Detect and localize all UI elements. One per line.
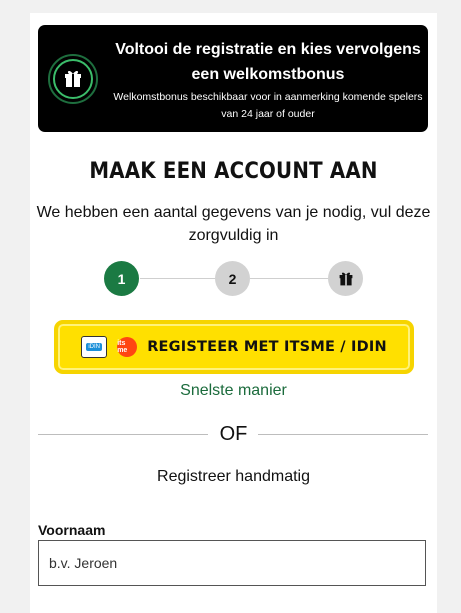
register-manually-label: Registreer handmatig <box>157 468 310 485</box>
welcome-bonus-banner: Voltooi de registratie en kies vervolgen… <box>38 25 428 132</box>
itsme-button-label: REGISTEER MET ITSME / IDIN <box>147 339 387 355</box>
first-name-label: Voornaam <box>38 522 106 538</box>
page-title: MAAK EEN ACCOUNT AAN <box>89 159 378 184</box>
gift-badge <box>48 54 98 104</box>
banner-subtitle: Welkomstbonus beschikbaar voor in aanmer… <box>113 91 423 120</box>
step-1: 1 <box>104 261 139 296</box>
gift-icon <box>339 272 352 285</box>
registration-card: Voltooi de registratie en kies vervolgen… <box>30 13 437 613</box>
registration-stepper: 1 2 <box>30 261 437 297</box>
register-itsme-idin-button[interactable]: iDIN its me REGISTEER MET ITSME / IDIN <box>54 320 414 374</box>
page-subtitle: We hebben een aantal gegevens van je nod… <box>36 204 431 244</box>
idin-logo-icon: iDIN <box>81 336 108 358</box>
step-2: 2 <box>215 261 250 296</box>
banner-title: Voltooi de registratie en kies vervolgen… <box>115 41 421 83</box>
itsme-logo-icon: its me <box>117 337 138 357</box>
divider-right <box>258 434 428 435</box>
fastest-method-label: Snelste manier <box>180 382 287 399</box>
step-bonus <box>328 261 363 296</box>
gift-icon <box>65 70 81 87</box>
step-connector <box>250 278 328 279</box>
step-connector <box>140 278 215 279</box>
first-name-input[interactable] <box>38 540 426 586</box>
